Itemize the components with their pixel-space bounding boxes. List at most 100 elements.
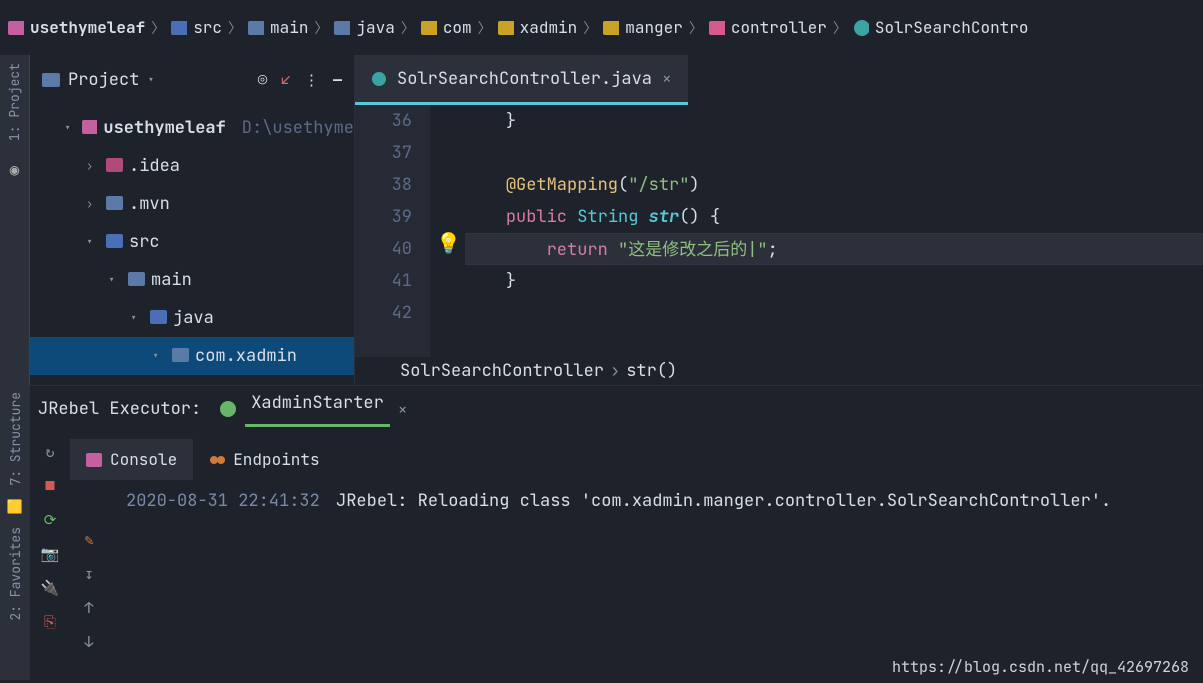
tree-item-java[interactable]: ▾ java: [30, 299, 354, 337]
chevron-right-icon: 〉: [151, 18, 165, 38]
chevron-right-icon: 〉: [228, 18, 242, 38]
tree-label: .mvn: [129, 193, 170, 215]
folder-src-icon: [106, 234, 123, 251]
console-tabs: Console Endpoints: [70, 432, 1203, 480]
console-output[interactable]: 2020-08-31 22:41:32 JRebel: Reloading cl…: [108, 480, 1203, 680]
folder-icon: [334, 20, 350, 36]
endpoints-icon: [209, 452, 225, 468]
filter-icon[interactable]: ↧: [84, 564, 93, 584]
tab-label: SolrSearchController.java: [397, 68, 652, 90]
line-gutter: 36 37 38 39 40 41 42: [355, 105, 430, 357]
chevron-down-icon: ▾: [130, 310, 144, 326]
down-icon[interactable]: ↓: [84, 632, 93, 652]
bc-main[interactable]: main: [270, 17, 308, 38]
bc-xadmin[interactable]: xadmin: [520, 17, 578, 38]
chevron-down-icon: ▾: [108, 272, 122, 288]
folder-icon: [42, 73, 60, 87]
bc-com[interactable]: com: [443, 17, 472, 38]
structure-icon[interactable]: 🟨: [7, 498, 23, 515]
watermark: https://blog.csdn.net/qq_42697268: [892, 657, 1189, 677]
rerun-icon[interactable]: ↻: [45, 442, 54, 462]
more-icon[interactable]: ⋮: [304, 70, 319, 90]
chevron-right-icon: 〉: [689, 18, 703, 38]
intention-bulb-icon[interactable]: 💡: [436, 230, 461, 256]
folder-icon: [106, 196, 123, 213]
package-icon: [498, 20, 514, 36]
terminal-icon: [86, 453, 102, 467]
package-icon: [172, 348, 189, 365]
tree-label: usethymeleaf: [103, 117, 225, 139]
console-tab-console[interactable]: Console: [70, 439, 193, 480]
chevron-down-icon: ▾: [64, 120, 76, 136]
bc-manger[interactable]: manger: [625, 17, 683, 38]
chevron-down-icon: ▾: [86, 234, 100, 250]
tree-label: .idea: [129, 155, 180, 177]
bc-controller[interactable]: controller: [731, 17, 827, 38]
tree-root[interactable]: ▾ usethymeleaf D:\usethyme: [30, 109, 354, 147]
project-view-title[interactable]: Project ▾: [42, 69, 155, 91]
spring-icon: [219, 400, 237, 418]
package-icon: [421, 20, 437, 36]
tool-window-project[interactable]: 1: Project: [6, 63, 23, 141]
tree-item-src[interactable]: ▾ src: [30, 223, 354, 261]
tree-label: main: [151, 269, 192, 291]
folder-icon: [248, 20, 264, 36]
panel-title: JRebel Executor:: [38, 398, 201, 420]
folder-idea-icon: [106, 158, 123, 175]
chevron-right-icon: ›: [86, 196, 100, 212]
class-icon: [371, 71, 387, 87]
package-icon: [603, 20, 619, 36]
close-icon[interactable]: ×: [398, 399, 408, 420]
camera-icon[interactable]: 📷: [41, 544, 60, 564]
folder-icon: [82, 120, 97, 137]
left-tool-strip: 1: Project ◉: [0, 55, 30, 385]
meet-icon[interactable]: ◉: [10, 159, 20, 180]
run-config-label: XadminStarter: [245, 392, 390, 427]
target-icon[interactable]: ◎: [258, 70, 267, 90]
exit-icon[interactable]: ⎘: [44, 612, 56, 632]
console-output-toolbar: ✎ ↧ ↑ ↓: [70, 480, 108, 680]
run-toolbar: ↻ ■ ⟳ 📷 🔌 ⎘: [30, 432, 70, 680]
console-tab-endpoints[interactable]: Endpoints: [193, 439, 335, 480]
bc-file[interactable]: SolrSearchContro: [875, 17, 1029, 38]
bottom-tool-strip: 7: Structure 🟨 2: Favorites: [0, 386, 30, 680]
chevron-right-icon: 〉: [478, 18, 492, 38]
plug-icon[interactable]: 🔌: [41, 578, 60, 598]
run-panel: 7: Structure 🟨 2: Favorites JRebel Execu…: [0, 385, 1203, 680]
tree-path: D:\usethyme: [242, 117, 354, 139]
breadcrumb: usethymeleaf 〉 src 〉 main 〉 java 〉 com 〉…: [0, 0, 1203, 55]
editor-tab[interactable]: SolrSearchController.java ×: [355, 55, 688, 105]
tree-label: com.xadmin: [195, 345, 297, 367]
refresh-icon[interactable]: ⟳: [44, 510, 57, 530]
project-tree: ▾ usethymeleaf D:\usethyme › .idea › .mv…: [30, 105, 354, 379]
collapse-icon[interactable]: ↙: [281, 70, 290, 90]
run-config-tab[interactable]: XadminStarter ×: [219, 392, 407, 427]
edit-icon[interactable]: ✎: [84, 530, 93, 550]
tree-item-idea[interactable]: › .idea: [30, 147, 354, 185]
code-body[interactable]: } @GetMapping("/str") public String str(…: [465, 105, 1203, 357]
editor-tabs: SolrSearchController.java ×: [355, 55, 1203, 105]
chevron-right-icon: 〉: [833, 18, 847, 38]
tool-window-structure[interactable]: 7: Structure: [7, 392, 24, 486]
stop-icon[interactable]: ■: [45, 476, 54, 496]
tree-item-package[interactable]: ▾ com.xadmin: [30, 337, 354, 375]
chevron-down-icon: ▾: [152, 348, 166, 364]
tree-item-mvn[interactable]: › .mvn: [30, 185, 354, 223]
bc-src[interactable]: src: [193, 17, 222, 38]
project-icon: [8, 20, 24, 36]
chevron-right-icon: 〉: [583, 18, 597, 38]
up-icon[interactable]: ↑: [84, 598, 93, 618]
editor: SolrSearchController.java × 36 37 38 39 …: [355, 55, 1203, 385]
package-icon: [709, 20, 725, 36]
tree-label: java: [173, 307, 214, 329]
tree-item-main[interactable]: ▾ main: [30, 261, 354, 299]
tool-window-favorites[interactable]: 2: Favorites: [7, 527, 24, 621]
close-icon[interactable]: ×: [662, 68, 672, 89]
minimize-icon[interactable]: —: [333, 70, 342, 90]
bc-root[interactable]: usethymeleaf: [30, 17, 145, 38]
folder-icon: [150, 310, 167, 327]
project-panel: Project ▾ ◎ ↙ ⋮ — ▾ usethymeleaf D:\uset…: [30, 55, 355, 385]
bc-java[interactable]: java: [356, 17, 394, 38]
editor-breadcrumb[interactable]: SolrSearchController › str(): [355, 357, 1203, 385]
tree-label: src: [129, 231, 160, 253]
